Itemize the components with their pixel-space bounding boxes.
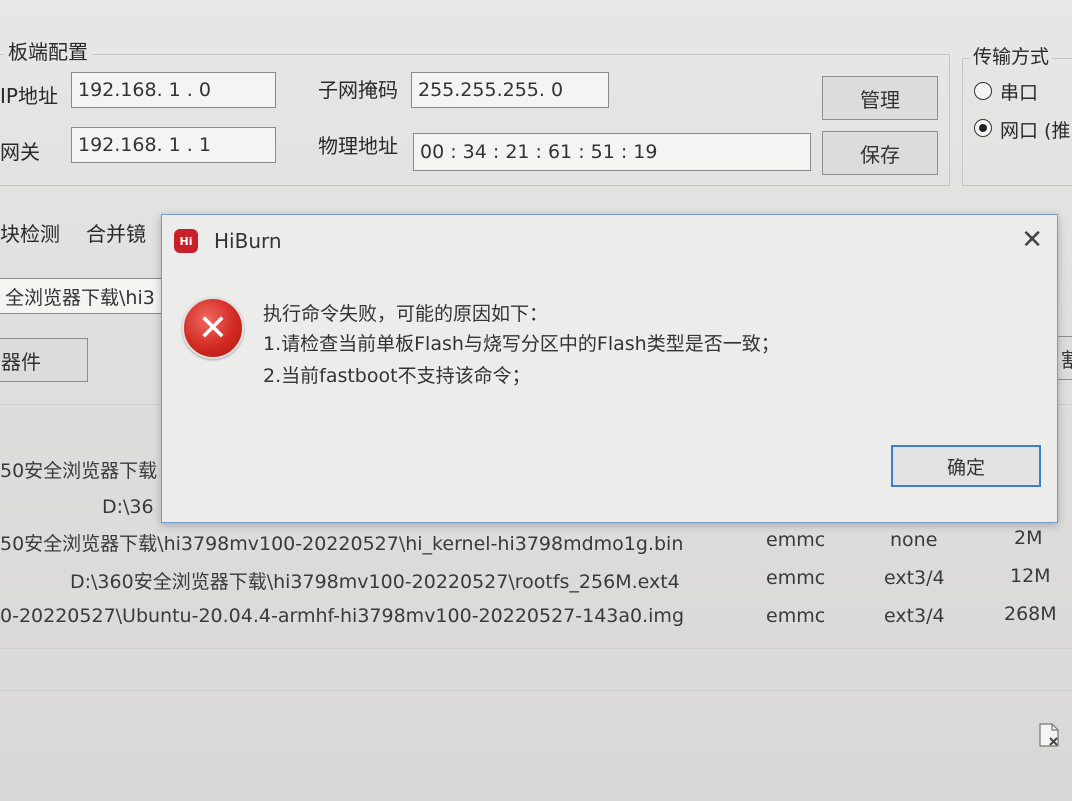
table-row-size: 2M [1014,527,1043,549]
ok-button[interactable]: 确定 [891,445,1041,487]
file-path-field[interactable]: 全浏览器下载\hi3 [0,278,168,314]
table-row-path[interactable]: 0-20220527\Ubuntu-20.04.4-armhf-hi3798mv… [0,605,684,627]
table-row-path[interactable]: D:\360安全浏览器下载\hi3798mv100-20220527\rootf… [70,567,680,594]
error-icon: ✕ [182,297,244,359]
gateway-label: 网关 [0,140,40,164]
table-row-type: emmc [766,605,826,627]
dialog-message-line-1: 执行命令失败，可能的原因如下： [263,303,549,325]
network-radio[interactable] [974,119,992,137]
close-icon[interactable]: ✕ [1021,225,1043,255]
list-bottom-divider-2 [0,690,1072,691]
table-row-path[interactable]: 50安全浏览器下载 [0,456,157,483]
dialog-title: HiBurn [214,229,282,253]
table-row-path[interactable]: 50安全浏览器下载\hi3798mv100-20220527\hi_kernel… [0,529,683,556]
table-row-fs: ext3/4 [884,567,945,589]
mac-label: 物理地址 [318,134,398,158]
subnet-label: 子网掩码 [318,78,398,102]
table-row-fs: none [890,529,938,551]
board-config-label: 板端配置 [4,36,92,65]
list-bottom-divider [0,648,1072,649]
table-row-size: 12M [1010,565,1051,587]
hiburn-logo-icon: Hi [174,229,198,253]
network-radio-label: 网口 (推 [1000,120,1071,142]
table-row-path[interactable]: D:\36 [102,496,154,518]
dialog-message-line-2: 1.请检查当前单板Flash与烧写分区中的Flash类型是否一致； [263,333,780,355]
ip-label: IP地址 [0,84,58,108]
table-row-type: emmc [766,567,826,589]
tab-merge-image[interactable]: 合并镜 [86,218,146,247]
file-icon[interactable] [1036,722,1062,748]
save-button[interactable]: 保存 [822,131,938,175]
serial-radio-label: 串口 [1000,82,1039,104]
ip-address-field[interactable]: 192.168. 1 . 0 [71,72,276,108]
right-edge-button[interactable]: 割 [1056,336,1072,380]
dialog-message-line-3: 2.当前fastboot不支持该命令； [263,365,531,387]
component-button[interactable]: 器件 [0,338,88,382]
table-row-type: emmc [766,529,826,551]
transfer-mode-label: 传输方式 [970,42,1053,69]
error-dialog: Hi HiBurn ✕ ✕ 执行命令失败，可能的原因如下： 1.请检查当前单板F… [161,214,1058,523]
table-row-fs: ext3/4 [884,605,945,627]
tab-block-check[interactable]: 块检测 [0,218,60,247]
subnet-field[interactable]: 255.255.255. 0 [411,72,609,108]
mac-address-field[interactable]: 00 : 34 : 21 : 61 : 51 : 19 [413,133,811,171]
table-row-size: 268M [1004,603,1057,625]
gateway-field[interactable]: 192.168. 1 . 1 [71,127,276,163]
serial-radio[interactable] [974,82,992,100]
manage-button[interactable]: 管理 [822,76,938,120]
